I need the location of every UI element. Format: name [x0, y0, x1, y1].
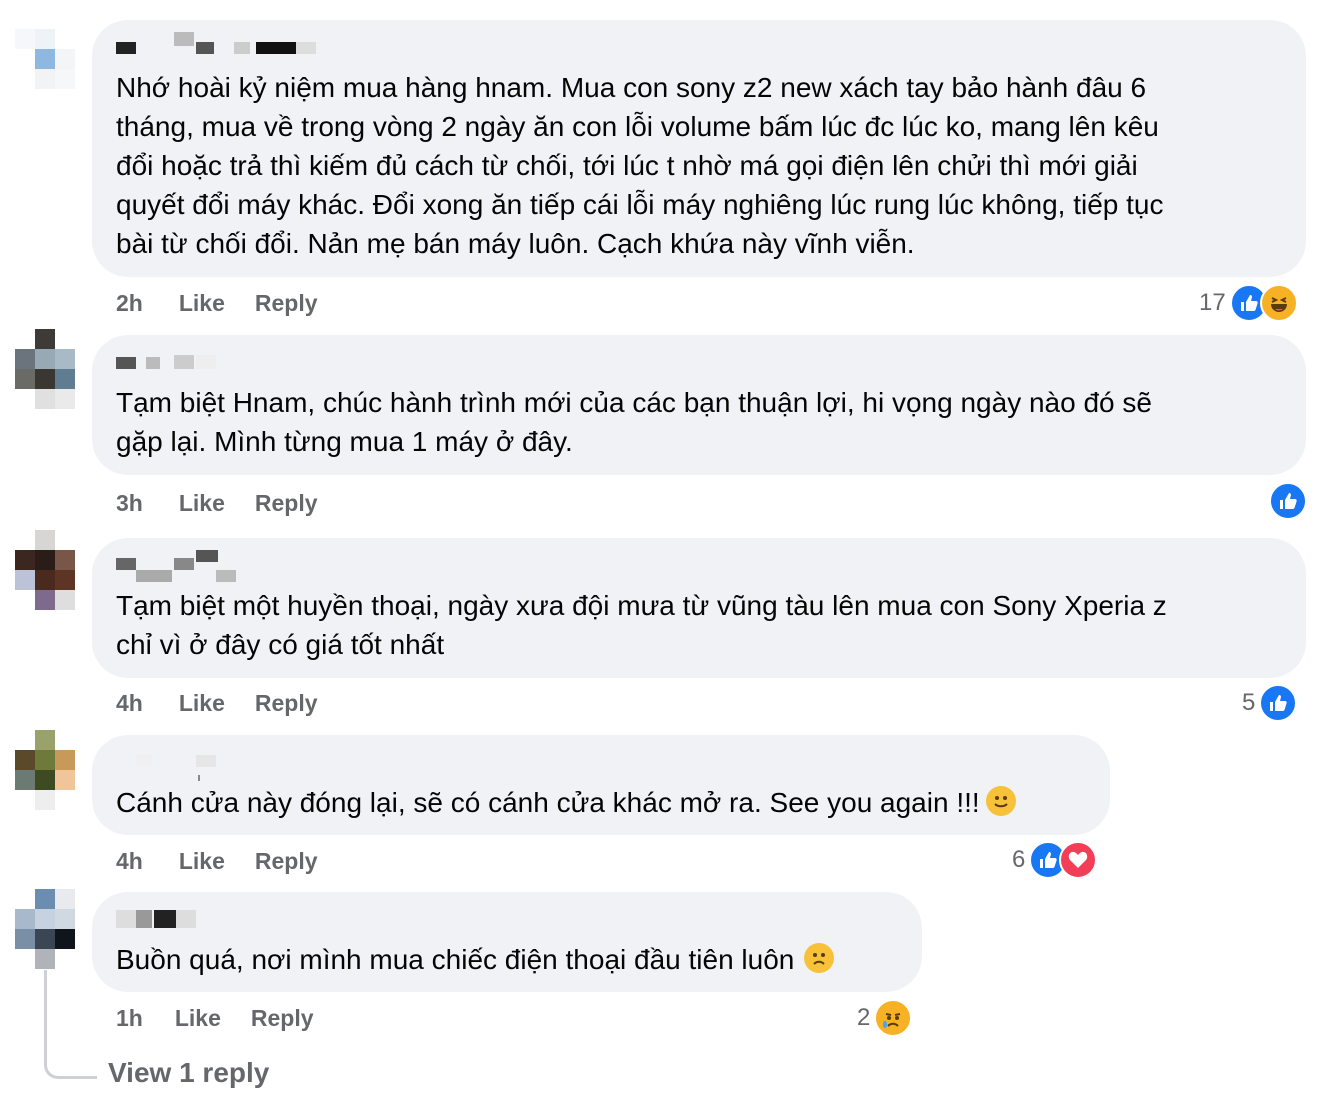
reaction-summary[interactable] — [1265, 482, 1307, 520]
comment-timestamp[interactable]: 1h — [116, 1005, 143, 1031]
comment-text: Buồn quá, nơi mình mua chiếc điện thoại … — [116, 940, 902, 979]
like-icon — [1269, 482, 1307, 520]
comment-timestamp[interactable]: 4h — [116, 690, 143, 716]
comment-actions: 4h Like Reply — [116, 848, 348, 875]
comment-timestamp[interactable]: 3h — [116, 490, 143, 516]
commenter-name-redacted[interactable] — [116, 904, 356, 928]
comment-actions: 4h Like Reply — [116, 690, 348, 717]
like-icon — [1259, 684, 1298, 722]
comment-text-content: Cánh cửa này đóng lại, sẽ có cánh cửa kh… — [116, 787, 980, 818]
love-icon — [1059, 841, 1098, 879]
like-button[interactable]: Like — [179, 490, 225, 516]
like-button[interactable]: Like — [179, 290, 225, 316]
slightly-smiling-face-icon — [985, 786, 1016, 816]
sad-icon — [874, 999, 913, 1037]
reply-button[interactable]: Reply — [255, 848, 318, 874]
comment-timestamp[interactable]: 4h — [116, 848, 143, 874]
commenter-name-redacted[interactable] — [116, 747, 356, 781]
comment-bubble: Buồn quá, nơi mình mua chiếc điện thoại … — [92, 892, 922, 992]
reply-button[interactable]: Reply — [251, 1005, 314, 1031]
comment-text: Tạm biệt một huyền thoại, ngày xưa đội m… — [116, 590, 1167, 660]
comment-actions: 1h Like Reply — [116, 1005, 344, 1032]
reaction-summary[interactable]: 2 — [857, 999, 913, 1037]
like-button[interactable]: Like — [179, 848, 225, 874]
reaction-count: 2 — [857, 1004, 871, 1031]
reply-thread-line — [44, 970, 97, 1079]
reply-button[interactable]: Reply — [255, 490, 318, 516]
reaction-summary[interactable]: 5 — [1242, 684, 1298, 722]
avatar[interactable] — [15, 329, 75, 409]
comment-bubble: Cánh cửa này đóng lại, sẽ có cánh cửa kh… — [92, 735, 1110, 835]
avatar[interactable] — [15, 730, 75, 810]
comment-text: Tạm biệt Hnam, chúc hành trình mới của c… — [116, 387, 1152, 457]
haha-icon — [1259, 284, 1298, 322]
avatar[interactable] — [15, 530, 75, 610]
reply-button[interactable]: Reply — [255, 690, 318, 716]
comment-text: Nhớ hoài kỷ niệm mua hàng hnam. Mua con … — [116, 72, 1164, 259]
comment-timestamp[interactable]: 2h — [116, 290, 143, 316]
comment-text-content: Buồn quá, nơi mình mua chiếc điện thoại … — [116, 944, 795, 975]
view-replies-link[interactable]: View 1 reply — [108, 1057, 269, 1089]
like-button[interactable]: Like — [179, 690, 225, 716]
comment-actions: 2h Like Reply — [116, 290, 348, 317]
like-button[interactable]: Like — [175, 1005, 221, 1031]
commenter-name-redacted[interactable] — [116, 347, 356, 371]
avatar[interactable] — [15, 889, 75, 969]
commenter-name-redacted[interactable] — [116, 550, 356, 582]
comment-bubble: Tạm biệt Hnam, chúc hành trình mới của c… — [92, 335, 1306, 475]
reaction-summary[interactable]: 17 — [1199, 284, 1298, 322]
comment-bubble: Nhớ hoài kỷ niệm mua hàng hnam. Mua con … — [92, 20, 1306, 277]
reply-button[interactable]: Reply — [255, 290, 318, 316]
avatar[interactable] — [15, 29, 75, 109]
reaction-count: 17 — [1199, 289, 1226, 316]
commenter-name-redacted[interactable] — [116, 32, 356, 56]
reaction-summary[interactable]: 6 — [1012, 841, 1098, 879]
comment-bubble: Tạm biệt một huyền thoại, ngày xưa đội m… — [92, 538, 1306, 678]
frowning-face-icon — [804, 943, 835, 973]
reaction-count: 6 — [1012, 846, 1026, 873]
comment-actions: 3h Like Reply — [116, 490, 348, 517]
reaction-count: 5 — [1242, 689, 1256, 716]
comment-text: Cánh cửa này đóng lại, sẽ có cánh cửa kh… — [116, 783, 1090, 822]
